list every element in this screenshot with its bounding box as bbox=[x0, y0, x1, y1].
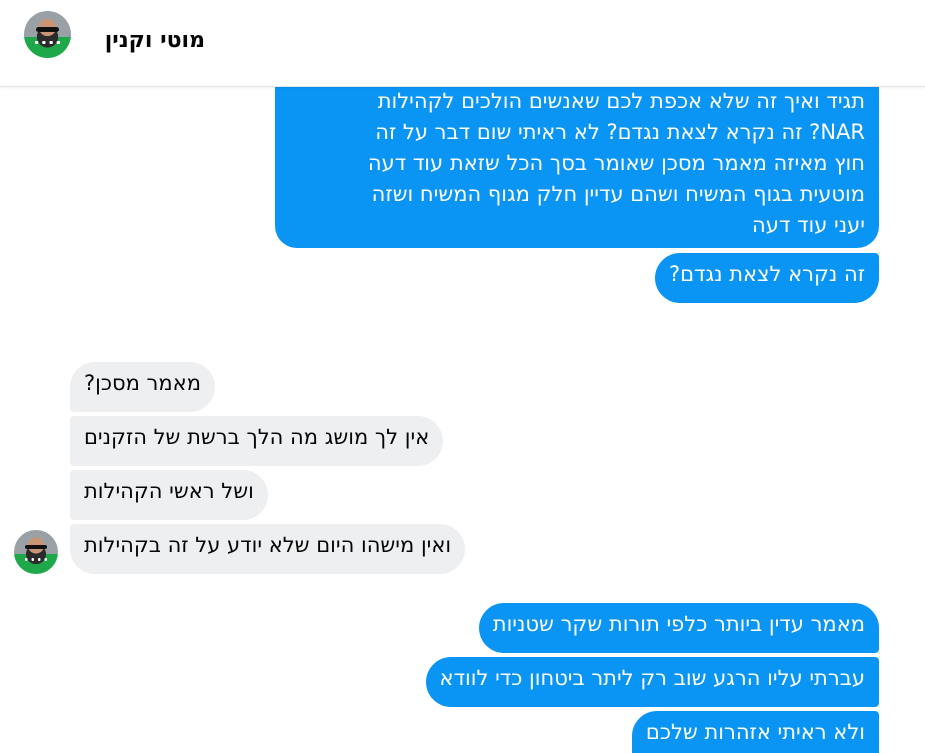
message-bubble-outgoing[interactable]: מאמר עדין ביותר כלפי תורות שקר שטניות bbox=[478, 603, 879, 653]
chat-header: מוטי וקנין bbox=[0, 0, 925, 87]
message-bubble-incoming[interactable]: ושל ראשי הקהילות bbox=[70, 470, 268, 520]
avatar-beard-decoration bbox=[22, 555, 50, 564]
sender-avatar[interactable] bbox=[14, 530, 58, 574]
message-bubble-outgoing[interactable]: זה נקרא לצאת נגדם? bbox=[654, 253, 879, 303]
message-text: זה נקרא לצאת נגדם? bbox=[668, 262, 865, 286]
message-line: חוץ מאיזה מאמר מסכן שאומר בסך הכל שזאת ע… bbox=[367, 151, 865, 175]
message-bubble-incoming[interactable]: מאמר מסכן? bbox=[70, 362, 215, 412]
message-line: תגיד ואיך זה שלא אכפת לכם שאנשים הולכים … bbox=[377, 89, 865, 113]
avatar-glasses bbox=[36, 26, 59, 32]
message-bubble-outgoing[interactable]: עברתי עליו הרגע שוב רק ליתר ביטחון כדי ל… bbox=[425, 657, 879, 707]
message-text: ושל ראשי הקהילות bbox=[84, 479, 254, 503]
message-bubble-incoming[interactable]: ואין מישהו היום שלא יודע על זה בקהילות bbox=[70, 524, 466, 574]
message-text: אין לך מושג מה הלך ברשת של הזקנים bbox=[84, 425, 430, 449]
avatar-glasses bbox=[25, 544, 47, 550]
message-bubble-outgoing[interactable]: ולא ראיתי אזהרות שלכם bbox=[631, 711, 879, 753]
message-text: מאמר מסכן? bbox=[84, 371, 201, 395]
contact-avatar[interactable] bbox=[24, 11, 71, 58]
avatar-beard-decoration bbox=[33, 38, 62, 47]
message-text: מאמר עדין ביותר כלפי תורות שקר שטניות bbox=[492, 612, 865, 636]
message-bubble-incoming[interactable]: אין לך מושג מה הלך ברשת של הזקנים bbox=[70, 416, 444, 466]
message-text: עברתי עליו הרגע שוב רק ליתר ביטחון כדי ל… bbox=[439, 666, 865, 690]
message-line: NAR? זה נקרא לצאת נגדם? לא ראיתי שום דבר… bbox=[375, 120, 865, 144]
message-text: ואין מישהו היום שלא יודע על זה בקהילות bbox=[84, 533, 452, 557]
message-bubble-outgoing[interactable]: תגיד ואיך זה שלא אכפת לכם שאנשים הולכים … bbox=[275, 78, 879, 248]
message-line: מוטעית בגוף המשיח ושהם עדיין חלק מגוף המ… bbox=[371, 182, 865, 206]
message-text: ולא ראיתי אזהרות שלכם bbox=[645, 720, 865, 744]
contact-name[interactable]: מוטי וקנין bbox=[105, 28, 205, 53]
message-line: יעני עוד דעה bbox=[752, 213, 865, 237]
